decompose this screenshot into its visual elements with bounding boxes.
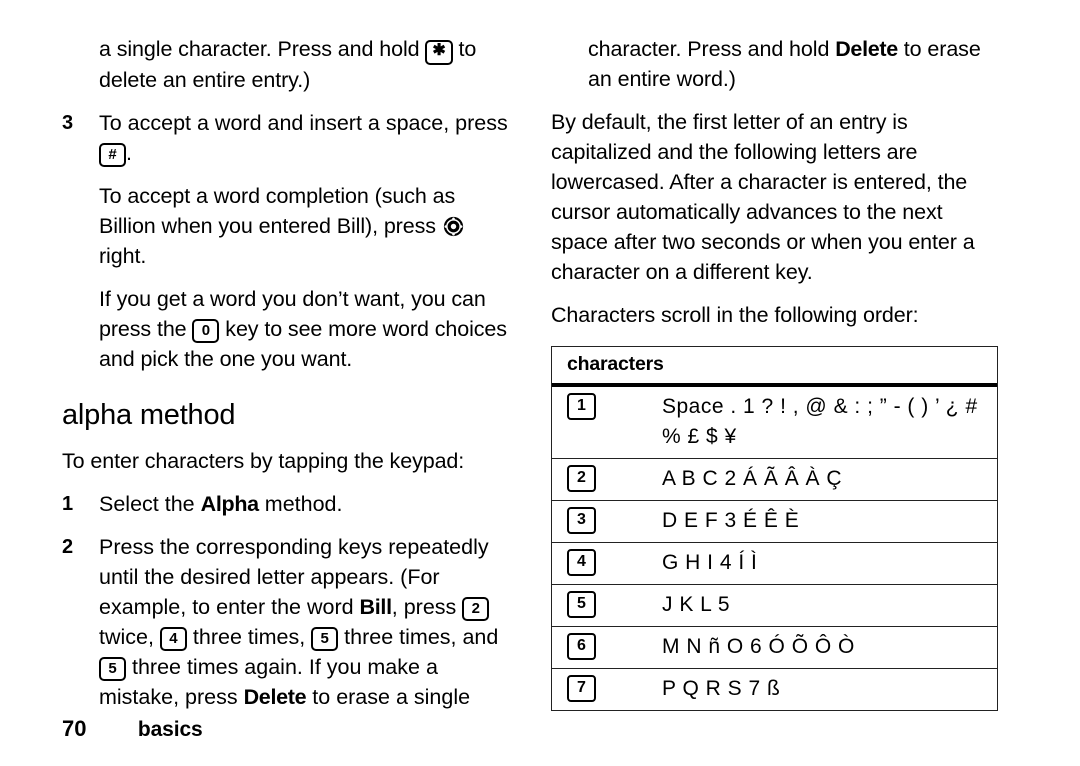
key-3-icon: 3 bbox=[567, 507, 596, 534]
paragraph: To accept a word completion (such as Bil… bbox=[62, 181, 514, 271]
key-5-icon: 5 bbox=[567, 591, 596, 618]
characters-table-row: 3 D E F 3 É Ê È bbox=[552, 501, 997, 543]
text-run: By default, the first letter of an entry… bbox=[551, 110, 975, 284]
text-run: character. Press and hold bbox=[588, 37, 836, 61]
step-number: 3 bbox=[62, 112, 74, 134]
bold-term: Delete bbox=[243, 685, 307, 709]
paragraph: Characters scroll in the following order… bbox=[551, 300, 1003, 330]
characters-table-row: 6 M N ñ O 6 Ó Õ Ô Ò bbox=[552, 627, 997, 669]
characters-table-chars-cell: Space . 1 ? ! , @ & : ; ” - ( ) ’ ¿ # % … bbox=[662, 395, 978, 448]
paragraph: To enter characters by tapping the keypa… bbox=[62, 446, 514, 476]
key-4-icon: 4 bbox=[567, 549, 596, 576]
characters-table-body: 1 Space . 1 ? ! , @ & : ; ” - ( ) ’ ¿ # %… bbox=[552, 387, 997, 710]
characters-table-chars-cell: A B C 2 Á Ã Â À Ç bbox=[662, 467, 843, 490]
characters-table-row: 7 P Q R S 7 ß bbox=[552, 669, 997, 710]
key-2-icon: 2 bbox=[567, 465, 596, 492]
text-run: . bbox=[126, 141, 132, 165]
four-key-icon: 4 bbox=[159, 627, 187, 651]
text-run: alpha method bbox=[62, 399, 236, 431]
text-run: to erase a single bbox=[306, 685, 471, 709]
two-key-icon: 2 bbox=[462, 597, 490, 621]
page-number: 70 bbox=[62, 716, 87, 741]
text-run: To accept a word completion (such as Bil… bbox=[99, 184, 456, 238]
characters-table-row: 2 A B C 2 Á Ã Â À Ç bbox=[552, 459, 997, 501]
characters-table-key-cell: 5 bbox=[552, 585, 662, 624]
pound-key-icon: # bbox=[99, 143, 126, 167]
characters-table-chars-cell: J K L 5 bbox=[662, 593, 731, 616]
paragraph: a single character. Press and hold ✱ to … bbox=[62, 34, 514, 95]
paragraph: character. Press and hold Delete to eras… bbox=[551, 34, 1003, 94]
key-1-icon: 1 bbox=[567, 393, 596, 420]
text-run: three times, bbox=[186, 625, 312, 649]
characters-table-header: characters bbox=[552, 347, 997, 387]
characters-table-chars-cell: P Q R S 7 ß bbox=[662, 677, 781, 700]
text-run: a single character. Press and hold bbox=[99, 37, 426, 61]
section-heading: alpha method bbox=[62, 398, 514, 432]
text-run: Select the bbox=[99, 492, 201, 516]
numbered-step: 2 Press the corresponding keys repeatedly… bbox=[62, 532, 514, 712]
characters-table-key-cell: 2 bbox=[552, 459, 662, 498]
text-run: method. bbox=[258, 492, 343, 516]
characters-table-key-cell: 6 bbox=[552, 627, 662, 666]
characters-table: characters 1 Space . 1 ? ! , @ & : ; ” - … bbox=[551, 346, 998, 711]
characters-table-key-cell: 4 bbox=[552, 543, 662, 582]
characters-table-key-cell: 1 bbox=[552, 387, 662, 426]
text-run: , press bbox=[391, 595, 463, 619]
numbered-step: 1 Select the Alpha method. bbox=[62, 489, 514, 519]
manual-page: a single character. Press and hold ✱ to … bbox=[0, 0, 1080, 766]
five-key-icon: 5 bbox=[311, 627, 339, 651]
characters-table-row: 4 G H I 4 Í Ì bbox=[552, 543, 997, 585]
right-text-column: character. Press and hold Delete to eras… bbox=[551, 34, 1003, 343]
step-number: 1 bbox=[62, 493, 74, 515]
page-footer: 70 basics bbox=[62, 716, 203, 742]
text-run: three times, and bbox=[338, 625, 499, 649]
text-run: Characters scroll in the following order… bbox=[551, 303, 919, 327]
characters-table-key-cell: 7 bbox=[552, 669, 662, 708]
bold-term: Delete bbox=[835, 37, 898, 61]
characters-table-chars-cell: D E F 3 É Ê È bbox=[662, 509, 800, 532]
paragraph: By default, the first letter of an entry… bbox=[551, 107, 1003, 287]
text-run: right. bbox=[99, 244, 147, 268]
characters-table-chars-cell: G H I 4 Í Ì bbox=[662, 551, 758, 574]
navigation-key-icon bbox=[443, 215, 464, 237]
bold-term: Bill bbox=[359, 595, 393, 619]
characters-table-row: 1 Space . 1 ? ! , @ & : ; ” - ( ) ’ ¿ # %… bbox=[552, 387, 997, 459]
key-7-icon: 7 bbox=[567, 675, 596, 702]
numbered-step: 3 To accept a word and insert a space, pr… bbox=[62, 108, 514, 168]
zero-key-icon: 0 bbox=[192, 319, 220, 343]
characters-table-row: 5 J K L 5 bbox=[552, 585, 997, 627]
star-key-icon: ✱ bbox=[425, 40, 453, 65]
bold-term: Alpha bbox=[200, 492, 260, 516]
left-text-column: a single character. Press and hold ✱ to … bbox=[62, 34, 514, 725]
characters-table-key-cell: 3 bbox=[552, 501, 662, 540]
key-6-icon: 6 bbox=[567, 633, 596, 660]
step-number: 2 bbox=[62, 536, 74, 558]
text-run: To accept a word and insert a space, pre… bbox=[99, 111, 508, 135]
text-run: twice, bbox=[99, 625, 160, 649]
text-run: To enter characters by tapping the keypa… bbox=[62, 449, 465, 473]
characters-table-chars-cell: M N ñ O 6 Ó Õ Ô Ò bbox=[662, 635, 855, 658]
section-name: basics bbox=[137, 718, 203, 741]
paragraph: If you get a word you don’t want, you ca… bbox=[62, 284, 514, 374]
five-key-icon: 5 bbox=[99, 657, 126, 681]
